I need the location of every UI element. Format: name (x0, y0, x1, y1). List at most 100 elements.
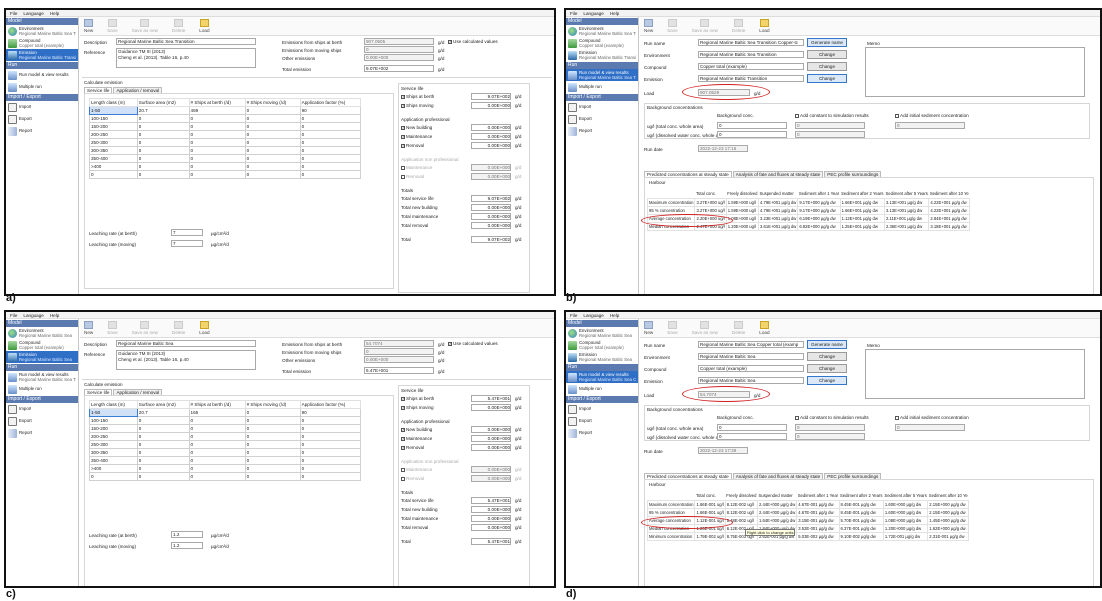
table-cell[interactable]: 350-400 (89, 154, 138, 163)
sidebar-item-import[interactable]: Import (6, 403, 78, 415)
removal-np-checkbox[interactable]: Removal (401, 476, 424, 481)
save-button[interactable]: Save (107, 321, 118, 335)
menu-file[interactable]: File (10, 313, 17, 318)
total-conc-input[interactable]: 0 (717, 424, 787, 431)
add-sediment-checkbox[interactable]: Add initial sediment concentration (895, 113, 969, 118)
sidebar-item-multiple-run[interactable]: Multiple run (566, 81, 638, 93)
sidebar-item-compound[interactable]: Compound Copper total (example) (6, 37, 78, 49)
sidebar-item-compound[interactable]: Compound Copper total (example) (566, 339, 638, 351)
table-cell[interactable]: 0 (136, 424, 190, 433)
sidebar-item-import[interactable]: Import (6, 101, 78, 113)
memo-textarea[interactable] (865, 47, 1085, 97)
table-cell[interactable]: 0 (136, 448, 190, 457)
save-as-new-button[interactable]: Save as new (692, 321, 718, 335)
table-cell[interactable]: 0 (299, 456, 362, 465)
menu-file[interactable]: File (570, 313, 577, 318)
change-emission-button[interactable]: Change (807, 74, 847, 83)
table-cell[interactable]: 0 (244, 170, 301, 179)
table-cell[interactable]: 0 (89, 472, 138, 481)
table-cell[interactable]: 0 (136, 456, 190, 465)
table-cell[interactable]: 0 (244, 416, 301, 425)
sidebar-item-environment[interactable]: Environment Regional Marine Baltic Sea (6, 327, 78, 339)
dissolved-conc-input[interactable]: 0 (717, 433, 787, 440)
table-cell[interactable]: 0 (299, 464, 362, 473)
new-button[interactable]: New (84, 321, 93, 335)
table-cell[interactable]: 0 (188, 154, 246, 163)
new-button[interactable]: New (84, 19, 93, 33)
sidebar-item-run-model[interactable]: Run model & view results Regional Marine … (6, 371, 78, 383)
table-cell[interactable]: 350-400 (89, 456, 138, 465)
leaching-berth-input[interactable]: 7 (171, 229, 203, 236)
table-cell[interactable]: 1.20E+000 µg/g dw (882, 523, 929, 533)
table-cell[interactable]: 6.92E+000 µg/g dw (797, 221, 841, 231)
table-cell[interactable]: 0 (136, 146, 190, 155)
table-cell[interactable]: 8.45E-001 µg/g dw (838, 507, 884, 517)
table-cell[interactable]: 0 (299, 432, 362, 441)
table-cell[interactable]: 0 (299, 472, 362, 481)
ships-at-berth-checkbox[interactable]: Ships at berth (401, 396, 434, 401)
sidebar-item-import[interactable]: Import (566, 101, 638, 113)
table-cell[interactable]: 100-150 (89, 114, 138, 123)
table-cell[interactable]: 0 (136, 130, 190, 139)
sidebar-item-emission[interactable]: Emission Regional Marine Baltic Sea (566, 351, 638, 363)
table-cell[interactable]: 1.08E+000 µg/g dw (882, 515, 929, 525)
table-cell[interactable]: >400 (89, 162, 138, 171)
description-input[interactable]: Regional Marine Baltic Sea (116, 340, 256, 347)
table-cell[interactable]: 2.15E+000 µg/g dw (927, 507, 970, 517)
change-compound-button[interactable]: Change (807, 62, 847, 71)
save-as-new-button[interactable]: Save as new (132, 321, 158, 335)
table-cell[interactable]: 150-200 (89, 424, 138, 433)
table-cell[interactable]: 3.23E+001 µg/g dw (758, 213, 799, 223)
table-cell[interactable]: 3.52E-001 µg/g dw (796, 523, 840, 533)
sidebar-item-environment[interactable]: EnvironmentRegional Marine Baltic Sea Tr… (6, 25, 78, 37)
delete-button[interactable]: Delete (732, 19, 745, 33)
table-cell[interactable]: 0 (136, 138, 190, 147)
table-cell[interactable]: 1.66E+001 µg/g dw (839, 205, 885, 215)
table-cell[interactable]: 0 (188, 114, 246, 123)
table-cell[interactable]: 9.17E+000 µg/g dw (797, 205, 841, 215)
table-cell[interactable]: 0 (188, 146, 246, 155)
use-calculated-checkbox[interactable]: Use calculated values (448, 341, 498, 346)
table-cell[interactable]: 0 (188, 472, 246, 481)
table-cell[interactable]: 2.44E+000 µg/g dw (756, 499, 798, 509)
table-cell[interactable]: 5.70E-001 µg/g dw (838, 515, 884, 525)
run-name-input[interactable]: Regional Marine Baltic Sea Transition Co… (698, 39, 804, 46)
table-cell[interactable]: 250-300 (89, 440, 138, 449)
table-cell[interactable]: 90 (299, 408, 362, 417)
table-cell[interactable]: 0 (299, 138, 362, 147)
table-cell[interactable]: 0 (188, 440, 246, 449)
table-cell[interactable]: 0 (299, 114, 362, 123)
load-button[interactable]: Load (199, 321, 210, 335)
table-cell[interactable]: 1.20E+000 ug/l (725, 221, 760, 231)
ships-at-berth-checkbox[interactable]: Ships at berth (401, 94, 434, 99)
generate-name-button[interactable]: Generate name (807, 38, 847, 47)
table-cell[interactable]: 6.19E+000 µg/g dw (797, 213, 841, 223)
table-cell[interactable]: 0 (188, 122, 246, 131)
sidebar-item-run-model[interactable]: Run model & view results (6, 69, 78, 81)
add-sediment-checkbox[interactable]: Add initial sediment concentration (895, 415, 969, 420)
menu-help[interactable]: Help (50, 313, 59, 318)
table-cell[interactable]: 0 (136, 432, 190, 441)
sidebar-item-import[interactable]: Import (566, 403, 638, 415)
table-cell[interactable]: 20.7 (136, 408, 190, 417)
load-button[interactable]: Load (759, 321, 770, 335)
load-button[interactable]: Load (759, 19, 770, 33)
table-cell[interactable]: 165 (188, 408, 246, 417)
new-building-checkbox[interactable]: New building (401, 125, 432, 130)
delete-button[interactable]: Delete (172, 19, 185, 33)
delete-button[interactable]: Delete (172, 321, 185, 335)
maintenance-checkbox[interactable]: Maintenance (401, 436, 432, 441)
use-calculated-checkbox[interactable]: Use calculated values (448, 39, 498, 44)
table-cell[interactable]: 0 (188, 130, 246, 139)
change-emission-button[interactable]: Change (807, 376, 847, 385)
table-cell[interactable]: 0 (136, 440, 190, 449)
table-cell[interactable]: 0 (244, 138, 301, 147)
ships-moving-checkbox[interactable]: Ships moving (401, 405, 434, 410)
table-cell[interactable]: 0 (299, 146, 362, 155)
table-cell[interactable]: 2.44E+000 µg/g dw (756, 507, 798, 517)
table-cell[interactable]: 9.17E+000 µg/g dw (797, 197, 841, 207)
table-cell[interactable]: 9.10E-002 µg/g dw (838, 531, 884, 541)
table-cell[interactable]: 0 (188, 448, 246, 457)
table-cell[interactable]: 3.27E+000 ug/l (694, 205, 727, 215)
table-cell[interactable]: 0 (244, 122, 301, 131)
